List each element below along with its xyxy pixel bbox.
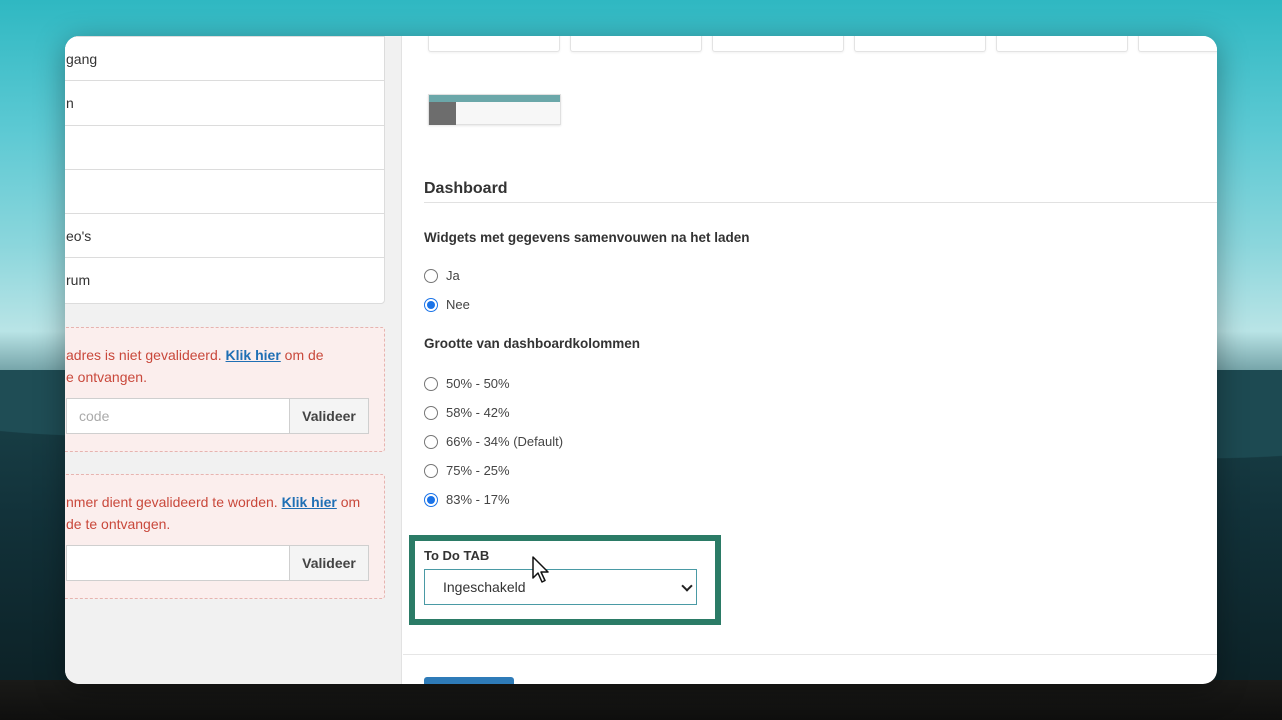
alert-message-line2: e ontvangen. — [66, 369, 147, 385]
theme-thumbnail[interactable] — [854, 36, 986, 52]
radio-button[interactable] — [424, 297, 438, 312]
preview-sidebar-block — [429, 102, 456, 125]
collapse-widgets-label: Widgets met gegevens samenvouwen na het … — [424, 230, 750, 245]
theme-thumbnail[interactable] — [712, 36, 844, 52]
menu-item[interactable]: eo's — [65, 214, 384, 259]
radio-option-66-34[interactable]: 66% - 34% (Default) — [424, 434, 563, 449]
menu-list: gang n eo's rum — [65, 36, 385, 304]
menu-item[interactable]: gang — [65, 37, 384, 82]
theme-thumbnail[interactable] — [996, 36, 1128, 52]
column-size-label: Grootte van dashboardkolommen — [424, 336, 641, 351]
radio-button[interactable] — [424, 405, 438, 420]
footer-divider — [403, 654, 1217, 655]
chevron-down-icon — [681, 580, 693, 592]
menu-item[interactable]: n — [65, 81, 384, 126]
menu-item[interactable] — [65, 170, 384, 215]
radio-option-ja[interactable]: Ja — [424, 268, 460, 283]
preview-header-bar — [429, 95, 560, 102]
theme-thumbnails — [428, 36, 1217, 52]
radio-option-58-42[interactable]: 58% - 42% — [424, 405, 510, 420]
email-validation-alert: adres is niet gevalideerd. Klik hier om … — [65, 327, 385, 452]
alert-link[interactable]: Klik hier — [226, 347, 281, 363]
todo-tab-select[interactable]: Ingeschakeld — [424, 569, 697, 605]
theme-thumbnail[interactable] — [570, 36, 702, 52]
radio-button[interactable] — [424, 492, 438, 507]
save-button[interactable] — [424, 677, 514, 684]
app-window: gang n eo's rum adres is niet gevalideer… — [65, 36, 1217, 684]
section-title: Dashboard — [424, 180, 508, 197]
radio-button[interactable] — [424, 463, 438, 478]
radio-option-nee[interactable]: Nee — [424, 297, 470, 312]
validation-code-input[interactable]: code — [66, 398, 289, 434]
alert-link[interactable]: Klik hier — [282, 494, 337, 510]
radio-option-75-25[interactable]: 75% - 25% — [424, 463, 510, 478]
menu-item[interactable] — [65, 126, 384, 170]
settings-panel: Dashboard Widgets met gegevens samenvouw… — [403, 36, 1217, 684]
validate-button[interactable]: Valideer — [289, 545, 369, 581]
phone-validation-alert: nmer dient gevalideerd te worden. Klik h… — [65, 474, 385, 599]
section-divider — [424, 202, 1217, 203]
alert-form: Valideer — [66, 545, 372, 581]
background-ground — [0, 680, 1282, 720]
radio-button[interactable] — [424, 268, 438, 283]
radio-button[interactable] — [424, 376, 438, 391]
validate-button[interactable]: Valideer — [289, 398, 369, 434]
validation-code-input[interactable] — [66, 545, 289, 581]
theme-thumbnail[interactable] — [1138, 36, 1217, 52]
alert-form: code Valideer — [66, 398, 372, 434]
menu-item[interactable]: rum — [65, 258, 384, 302]
todo-tab-label: To Do TAB — [424, 548, 490, 563]
radio-button[interactable] — [424, 434, 438, 449]
theme-thumbnail[interactable] — [428, 36, 560, 52]
alert-message: adres is niet gevalideerd. Klik hier om … — [66, 347, 324, 363]
alert-message: nmer dient gevalideerd te worden. Klik h… — [66, 494, 361, 510]
radio-option-50-50[interactable]: 50% - 50% — [424, 376, 510, 391]
mouse-cursor-icon — [532, 556, 549, 583]
alert-message-line2: de te ontvangen. — [66, 516, 171, 532]
left-sidebar: gang n eo's rum adres is niet gevalideer… — [65, 36, 402, 684]
layout-preview[interactable] — [428, 94, 561, 125]
radio-option-83-17[interactable]: 83% - 17% — [424, 492, 510, 507]
